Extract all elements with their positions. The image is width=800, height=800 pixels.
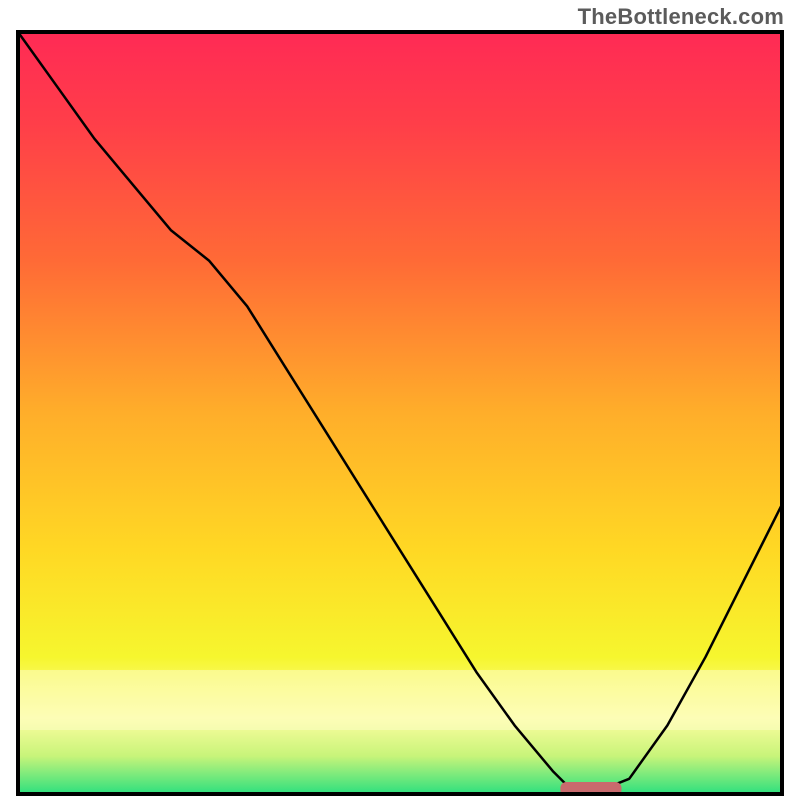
- lower-band: [18, 670, 782, 730]
- bottleneck-chart: [16, 30, 784, 796]
- watermark-text: TheBottleneck.com: [578, 4, 784, 30]
